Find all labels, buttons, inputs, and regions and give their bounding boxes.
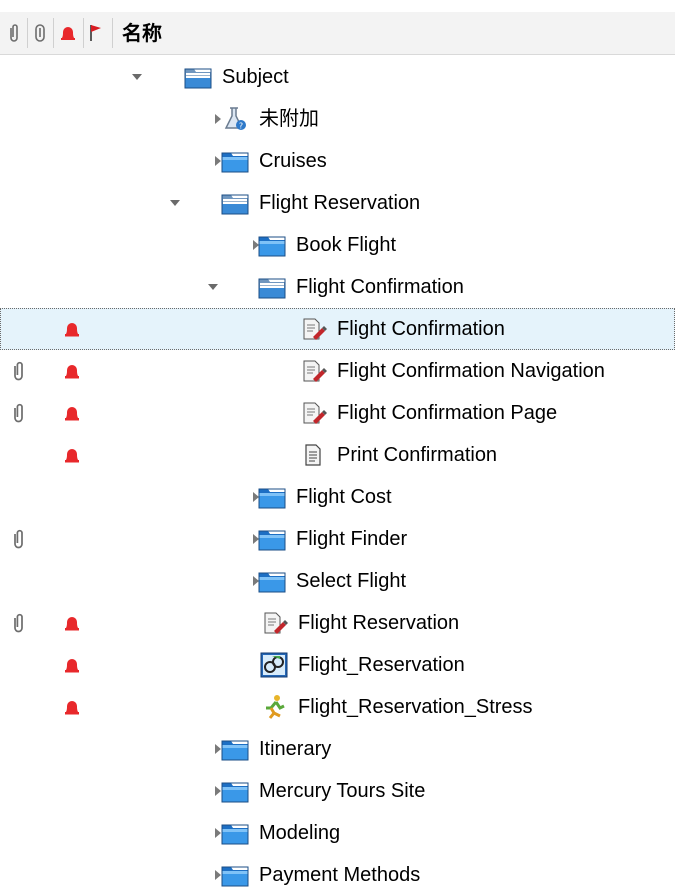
folder-icon bbox=[258, 232, 286, 258]
tree-row[interactable]: Flight Reservation bbox=[0, 602, 675, 644]
tree-row[interactable]: Flight Confirmation bbox=[0, 308, 675, 350]
tree-node-label[interactable]: Flight Reservation bbox=[259, 182, 420, 224]
folder-icon bbox=[221, 778, 249, 804]
alert-bell-icon[interactable] bbox=[54, 12, 82, 54]
unattached-flask-icon: ? bbox=[221, 106, 249, 132]
collapse-arrow-icon[interactable] bbox=[167, 195, 183, 211]
attachment-icon bbox=[10, 529, 28, 549]
tree-row[interactable]: ? 未附加 bbox=[0, 98, 675, 140]
tree-row[interactable]: Mercury Tours Site bbox=[0, 770, 675, 812]
tree-node-label[interactable]: Cruises bbox=[259, 140, 327, 182]
tree-node-label[interactable]: Modeling bbox=[259, 812, 340, 854]
attachment-icon bbox=[10, 403, 28, 423]
tree-row[interactable]: Book Flight bbox=[0, 224, 675, 266]
tree-node-label[interactable]: Itinerary bbox=[259, 728, 331, 770]
tree-row[interactable]: Flight_Reservation_Stress bbox=[0, 686, 675, 728]
tree-node-label[interactable]: Select Flight bbox=[296, 560, 406, 602]
alert-bell-icon bbox=[62, 319, 82, 339]
folder-icon bbox=[221, 148, 249, 174]
tree-node-label[interactable]: Flight Cost bbox=[296, 476, 392, 518]
automated-test-icon bbox=[260, 652, 288, 678]
tree-node-label[interactable]: Flight Confirmation Navigation bbox=[337, 350, 605, 392]
tree-node-label[interactable]: Flight_Reservation_Stress bbox=[298, 686, 533, 728]
folder-open-icon bbox=[184, 64, 212, 90]
column-title-name[interactable]: 名称 bbox=[122, 12, 162, 54]
tree-row[interactable]: Itinerary bbox=[0, 728, 675, 770]
tree-node-label[interactable]: Flight Confirmation Page bbox=[337, 392, 557, 434]
tree-node-label[interactable]: Mercury Tours Site bbox=[259, 770, 425, 812]
tree-node-label[interactable]: Payment Methods bbox=[259, 854, 420, 896]
alert-bell-icon bbox=[62, 613, 82, 633]
attachment-icon bbox=[10, 361, 28, 381]
alert-bell-icon bbox=[62, 655, 82, 675]
tree-row[interactable]: Flight Confirmation Page bbox=[0, 392, 675, 434]
folder-icon bbox=[258, 526, 286, 552]
tree-node-label[interactable]: Flight Confirmation bbox=[337, 308, 505, 350]
tree-row[interactable]: Select Flight bbox=[0, 560, 675, 602]
performance-test-icon bbox=[260, 694, 288, 720]
tree-row[interactable]: Payment Methods bbox=[0, 854, 675, 896]
tree-row[interactable]: Subject bbox=[0, 56, 675, 98]
tree-node-label[interactable]: Print Confirmation bbox=[337, 434, 497, 476]
tree-node-label[interactable]: Subject bbox=[222, 56, 289, 98]
folder-icon bbox=[221, 862, 249, 888]
tree-row[interactable]: Flight Confirmation bbox=[0, 266, 675, 308]
svg-text:?: ? bbox=[239, 122, 243, 131]
manual-test-icon bbox=[299, 400, 327, 426]
alert-bell-icon bbox=[62, 445, 82, 465]
flag-icon[interactable] bbox=[84, 12, 108, 54]
attachment-icon[interactable] bbox=[2, 12, 26, 54]
tree-row[interactable]: Cruises bbox=[0, 140, 675, 182]
manual-test-icon bbox=[260, 610, 288, 636]
tree-node-label[interactable]: Flight Confirmation bbox=[296, 266, 464, 308]
tree-row[interactable]: Flight_Reservation bbox=[0, 644, 675, 686]
tree-node-label[interactable]: Flight_Reservation bbox=[298, 644, 465, 686]
alert-bell-icon bbox=[62, 697, 82, 717]
folder-open-icon bbox=[221, 190, 249, 216]
folder-icon bbox=[258, 568, 286, 594]
tree-row[interactable]: Print Confirmation bbox=[0, 434, 675, 476]
tree-row[interactable]: Modeling bbox=[0, 812, 675, 854]
collapse-arrow-icon[interactable] bbox=[205, 279, 221, 295]
tree-node-label[interactable]: Flight Reservation bbox=[298, 602, 459, 644]
tree-node-label[interactable]: Book Flight bbox=[296, 224, 396, 266]
manual-test-icon bbox=[299, 358, 327, 384]
attachment-icon bbox=[10, 613, 28, 633]
tree-row[interactable]: Flight Finder bbox=[0, 518, 675, 560]
folder-icon bbox=[221, 736, 249, 762]
attachment-outline-icon[interactable] bbox=[28, 12, 52, 54]
column-header: 名称 bbox=[0, 12, 675, 55]
manual-test-icon bbox=[299, 316, 327, 342]
folder-icon bbox=[258, 484, 286, 510]
tree-row[interactable]: Flight Reservation bbox=[0, 182, 675, 224]
folder-open-icon bbox=[258, 274, 286, 300]
tree-node-label[interactable]: Flight Finder bbox=[296, 518, 407, 560]
collapse-arrow-icon[interactable] bbox=[129, 69, 145, 85]
folder-icon bbox=[221, 820, 249, 846]
alert-bell-icon bbox=[62, 403, 82, 423]
tree-node-label[interactable]: 未附加 bbox=[259, 98, 319, 140]
alert-bell-icon bbox=[62, 361, 82, 381]
tree-row[interactable]: Flight Confirmation Navigation bbox=[0, 350, 675, 392]
tree-row[interactable]: Flight Cost bbox=[0, 476, 675, 518]
document-icon bbox=[299, 442, 327, 468]
